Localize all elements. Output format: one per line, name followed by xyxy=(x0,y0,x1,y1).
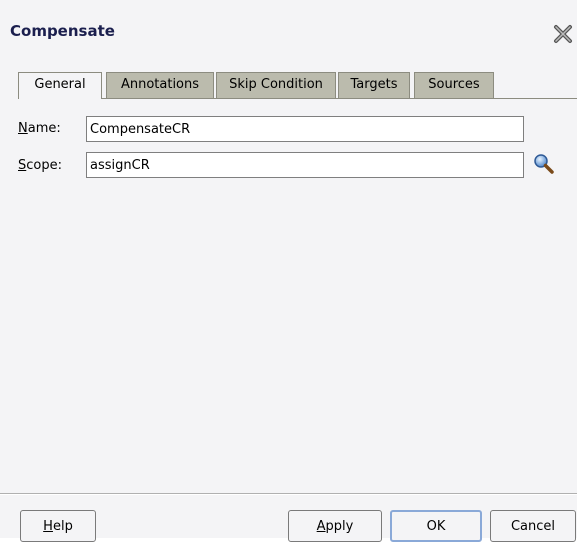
apply-button-label: pply xyxy=(325,518,354,534)
tab-general[interactable]: General xyxy=(18,72,102,99)
cancel-button[interactable]: Cancel xyxy=(490,510,576,542)
name-input[interactable] xyxy=(86,116,524,142)
compensate-dialog: Compensate General Annotations Skip Cond… xyxy=(0,0,577,542)
name-label-mnemonic: N xyxy=(18,121,28,136)
tab-skip-condition-label: Skip Condition xyxy=(229,77,323,92)
tab-targets[interactable]: Targets xyxy=(338,72,410,98)
tab-sources-label: Sources xyxy=(428,77,480,92)
close-icon[interactable] xyxy=(553,24,573,44)
help-mnemonic: H xyxy=(43,518,53,534)
dialog-title: Compensate xyxy=(10,22,115,40)
footer-divider-highlight xyxy=(0,494,577,495)
scope-label-text: cope: xyxy=(26,158,62,173)
name-label: Name: xyxy=(18,121,61,136)
help-button[interactable]: Help xyxy=(20,510,96,542)
tab-skip-condition[interactable]: Skip Condition xyxy=(216,72,336,98)
help-button-label: elp xyxy=(52,518,73,534)
name-label-text: ame: xyxy=(27,121,61,136)
tab-strip: General Annotations Skip Condition Targe… xyxy=(18,72,577,99)
tab-targets-label: Targets xyxy=(350,77,398,92)
ok-button[interactable]: OK xyxy=(390,510,482,542)
scope-input[interactable] xyxy=(86,152,524,178)
tab-general-label: General xyxy=(34,77,86,92)
tab-annotations[interactable]: Annotations xyxy=(106,72,214,98)
search-icon[interactable] xyxy=(532,152,556,176)
apply-mnemonic: A xyxy=(316,518,326,534)
apply-button[interactable]: Apply xyxy=(288,510,382,542)
tab-sources[interactable]: Sources xyxy=(414,72,494,98)
tab-annotations-label: Annotations xyxy=(120,77,200,92)
scope-label: Scope: xyxy=(18,158,62,173)
